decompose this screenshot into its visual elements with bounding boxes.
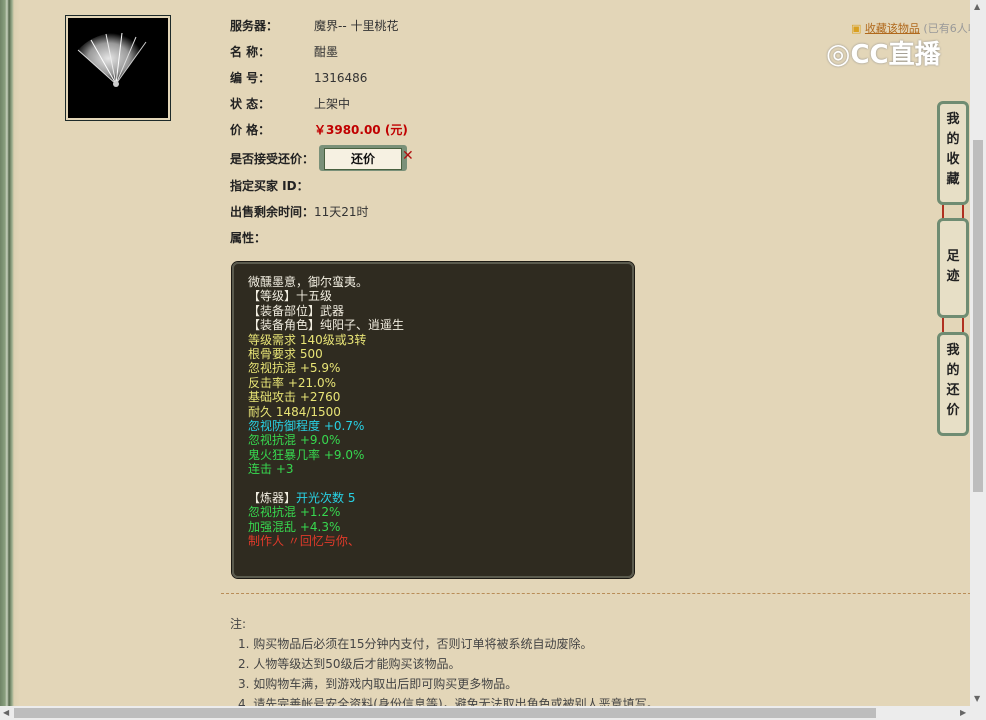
stat-text: 耐久 1484/1500 <box>248 404 341 419</box>
stat-line: 鬼火狂暴几率 +9.0% <box>248 448 632 462</box>
scroll-down-icon[interactable]: ▼ <box>974 694 980 703</box>
haggle-button[interactable]: 还价 <box>319 145 407 171</box>
side-tab-connector <box>942 205 964 219</box>
stat-text: 【装备部位】武器 <box>248 303 345 318</box>
stat-text: 基础攻击 +2760 <box>248 390 341 405</box>
section-divider <box>221 593 971 594</box>
stat-text: 忽视抗混 +1.2% <box>248 505 341 520</box>
stat-text: 加强混乱 +4.3% <box>248 519 341 534</box>
stat-line: 【装备角色】纯阳子、逍遥生 <box>248 318 632 332</box>
stat-text: 制作人 〃回忆与你、 <box>248 534 360 549</box>
stat-line: 加强混乱 +4.3% <box>248 520 632 534</box>
stat-text: 反击率 +21.0% <box>248 375 336 390</box>
stat-suffix: 开光次数 5 <box>296 490 356 505</box>
side-tab-char: 我 <box>946 343 960 358</box>
side-tab-char: 的 <box>946 363 960 378</box>
side-tab-history[interactable]: 足 迹 <box>937 218 969 318</box>
vertical-scroll-thumb[interactable] <box>973 140 983 492</box>
remaining-value: 11天21时 <box>314 205 369 219</box>
price-label: 价 格： <box>230 123 271 137</box>
haggle-button-label: 还价 <box>324 148 402 170</box>
scroll-right-icon[interactable]: ▶ <box>960 708 966 717</box>
stat-line: 制作人 〃回忆与你、 <box>248 534 632 548</box>
stat-line: 【等级】十五级 <box>248 289 632 303</box>
side-tab-char: 的 <box>946 132 960 147</box>
remaining-label: 出售剩余时间： <box>230 205 315 219</box>
buyer-label: 指定买家 ID： <box>230 179 309 193</box>
stat-text: 忽视抗混 +5.9% <box>248 361 341 376</box>
cc-watermark-logo: ◎CC直播 <box>826 37 941 70</box>
stat-text: 【装备角色】纯阳子、逍遥生 <box>248 318 405 333</box>
haggle-label: 是否接受还价： <box>230 152 315 166</box>
stat-line: 忽视抗混 +5.9% <box>248 361 632 375</box>
stat-line: 连击 +3 <box>248 462 632 476</box>
stat-text: 忽视抗混 +9.0% <box>248 433 341 448</box>
side-tab-char: 迹 <box>946 269 960 284</box>
server-value: 魔界-- 十里桃花 <box>314 19 399 33</box>
item-stats-panel: 微醺墨意，御尔蛮夷。 【等级】十五级 【装备部位】武器 【装备角色】纯阳子、逍遥生 等级… <box>231 261 635 579</box>
side-tab-char: 我 <box>946 112 960 127</box>
notes-title: 注: <box>230 617 247 631</box>
stat-line: 【装备部位】武器 <box>248 304 632 318</box>
stat-line: 耐久 1484/1500 <box>248 405 632 419</box>
close-icon: ✕ <box>402 148 414 164</box>
side-tab-connector <box>942 318 964 332</box>
status-value: 上架中 <box>314 97 351 111</box>
watermark-text: CC直播 <box>850 40 941 70</box>
side-tab-my-offers[interactable]: 我 的 还 价 <box>937 332 969 436</box>
side-tab-favorites[interactable]: 我 的 收 藏 <box>937 101 969 205</box>
status-label: 状 态： <box>230 97 271 111</box>
price-value: ￥3980.00 (元) <box>314 123 408 137</box>
note-item: 1. 购买物品后必须在15分钟内支付，否则订单将被系统自动废除。 <box>238 637 593 651</box>
left-border <box>0 0 20 706</box>
stat-text: 【等级】十五级 <box>248 289 333 304</box>
stat-line: 忽视防御程度 +0.7% <box>248 419 632 433</box>
stat-line: 等级需求 140级或3转 <box>248 333 632 347</box>
id-label: 编 号： <box>230 71 271 85</box>
stat-line <box>248 476 632 490</box>
horizontal-scroll-thumb[interactable] <box>14 708 876 718</box>
side-tab-char: 收 <box>946 152 960 167</box>
scroll-left-icon[interactable]: ◀ <box>3 708 9 717</box>
stat-line: 反击率 +21.0% <box>248 376 632 390</box>
stat-line: 【炼器】开光次数 5 <box>248 491 632 505</box>
fan-icon <box>77 32 147 87</box>
note-item: 2. 人物等级达到50级后才能购买该物品。 <box>238 657 461 671</box>
stat-line: 忽视抗混 +1.2% <box>248 505 632 519</box>
stat-text: 连击 +3 <box>248 462 294 477</box>
side-tab-char: 藏 <box>946 172 960 187</box>
side-tab-char: 还 <box>946 383 960 398</box>
note-item: 3. 如购物车满，到游戏内取出后即可购买更多物品。 <box>238 677 518 691</box>
stat-line: 根骨要求 500 <box>248 347 632 361</box>
server-label: 服务器： <box>230 19 279 33</box>
scroll-up-icon[interactable]: ▲ <box>974 2 980 11</box>
stat-text: 根骨要求 500 <box>248 346 323 361</box>
stat-line: 基础攻击 +2760 <box>248 390 632 404</box>
name-value: 酣墨 <box>314 45 339 59</box>
id-value: 1316486 <box>314 71 368 85</box>
side-tab-char: 足 <box>946 249 960 264</box>
stat-line: 微醺墨意，御尔蛮夷。 <box>248 275 632 289</box>
notes-section: 注: 1. 购买物品后必须在15分钟内支付，否则订单将被系统自动废除。 2. 人… <box>230 614 659 714</box>
stat-text: 忽视防御程度 +0.7% <box>248 418 365 433</box>
stat-line: 忽视抗混 +9.0% <box>248 433 632 447</box>
name-label: 名 称： <box>230 45 271 59</box>
stat-text: 等级需求 140级或3转 <box>248 332 367 347</box>
side-tab-char: 价 <box>946 403 960 418</box>
stat-text: 鬼火狂暴几率 +9.0% <box>248 447 365 462</box>
attr-label: 属性： <box>230 231 267 245</box>
item-thumbnail <box>65 15 171 121</box>
stat-text: 微醺墨意，御尔蛮夷。 <box>248 275 369 289</box>
stat-text: 【炼器】 <box>248 490 297 505</box>
